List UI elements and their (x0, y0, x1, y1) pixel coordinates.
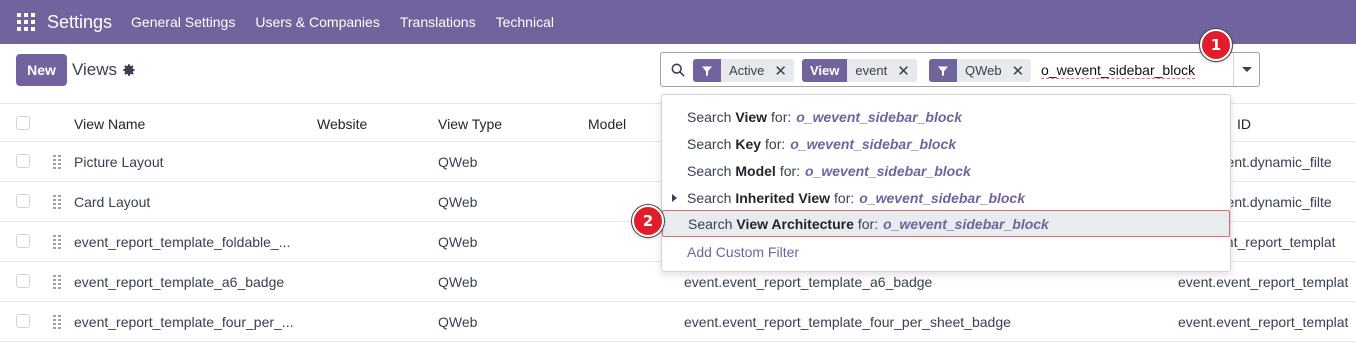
view-type: QWeb (438, 154, 478, 170)
facet-active: Active ✕ (693, 59, 794, 82)
row-checkbox[interactable] (16, 274, 30, 288)
option-field: Inherited View (735, 189, 831, 206)
row-checkbox[interactable] (16, 234, 30, 248)
search-input[interactable]: o_wevent_sidebar_block (1041, 62, 1196, 79)
search-option-key[interactable]: Search Key for: o_wevent_sidebar_block (662, 130, 1230, 157)
option-field: View (735, 108, 768, 125)
add-custom-filter-link[interactable]: Add Custom Filter (662, 238, 1230, 265)
nav-translations[interactable]: Translations (400, 14, 476, 30)
drag-handle-icon[interactable] (53, 155, 61, 169)
option-field: Key (735, 135, 762, 152)
caret-down-icon (1242, 67, 1252, 72)
option-term: o_wevent_sidebar_block (796, 108, 962, 125)
option-term: o_wevent_sidebar_block (859, 189, 1026, 206)
option-term: o_wevent_sidebar_block (883, 215, 1049, 232)
view-type: QWeb (438, 314, 478, 330)
page-title: Views (72, 60, 118, 79)
external-id: ent_report_templat (1218, 234, 1336, 250)
app-brand[interactable]: Settings (47, 12, 112, 33)
apps-menu-icon[interactable] (17, 13, 35, 31)
option-term: o_wevent_sidebar_block (805, 162, 971, 179)
close-icon[interactable]: ✕ (1008, 59, 1032, 82)
facet-value: QWeb (965, 63, 1002, 78)
search-option-model[interactable]: Search Model for: o_wevent_sidebar_block (662, 157, 1230, 184)
view-name: Picture Layout (74, 154, 164, 170)
view-type: QWeb (438, 274, 478, 290)
search-icon[interactable] (671, 63, 685, 77)
drag-handle-icon[interactable] (53, 195, 61, 209)
column-header-model[interactable]: Model (588, 116, 626, 132)
view-type: QWeb (438, 234, 478, 250)
search-options-toggle[interactable] (1233, 53, 1260, 86)
external-id: event.event_report_templat (1178, 314, 1349, 330)
facet-view: View event ✕ (802, 59, 917, 82)
nav-general-settings[interactable]: General Settings (131, 14, 235, 30)
column-header-website[interactable]: Website (317, 116, 367, 132)
search-option-view[interactable]: Search View for: o_wevent_sidebar_block (662, 103, 1230, 130)
option-term: o_wevent_sidebar_block (790, 135, 957, 152)
facet-value: event (855, 63, 888, 78)
option-prefix: Search (687, 162, 732, 179)
row-checkbox[interactable] (16, 194, 30, 208)
option-prefix: Search (687, 108, 732, 125)
option-suffix: for: (765, 135, 786, 152)
drag-handle-icon[interactable] (53, 235, 61, 249)
top-navbar: Settings General Settings Users & Compan… (0, 0, 1356, 44)
nav-users-companies[interactable]: Users & Companies (255, 14, 380, 30)
search-option-inherited-view[interactable]: Search Inherited View for: o_wevent_sidebar… (662, 184, 1230, 211)
option-suffix: for: (779, 162, 801, 179)
row-checkbox[interactable] (16, 314, 30, 328)
model: event.event_report_template_a6_badge (684, 274, 933, 290)
option-suffix: for: (771, 108, 792, 125)
search-bar[interactable]: Active ✕ View event ✕ QWeb ✕ o_wevent_si… (660, 52, 1260, 87)
option-field: Model (735, 162, 776, 179)
facet-value: Active (729, 63, 765, 78)
column-header-view-type[interactable]: View Type (438, 116, 502, 132)
search-option-view-architecture[interactable]: Search View Architecture for: o_wevent_side… (662, 210, 1230, 237)
view-name: event_report_template_foldable_... (74, 234, 291, 250)
view-name: Card Layout (74, 194, 151, 210)
gear-icon[interactable] (122, 63, 136, 77)
option-prefix: Search (688, 215, 733, 232)
option-prefix: Search (687, 189, 732, 206)
step-marker-2: 2 (632, 205, 664, 237)
close-icon[interactable]: ✕ (770, 59, 794, 82)
option-prefix: Search (687, 135, 732, 152)
external-id: event.event_report_templat (1178, 274, 1349, 290)
nav-technical[interactable]: Technical (496, 14, 554, 30)
facet-tag-label: View (802, 59, 848, 82)
filter-icon (929, 59, 957, 82)
view-name: event_report_template_four_per_... (74, 314, 294, 330)
new-button[interactable]: New (16, 54, 67, 86)
filter-icon (693, 59, 721, 82)
view-name: event_report_template_a6_badge (74, 274, 285, 290)
facet-qweb: QWeb ✕ (929, 59, 1032, 82)
view-type: QWeb (438, 194, 478, 210)
row-checkbox[interactable] (16, 154, 30, 168)
close-icon[interactable]: ✕ (893, 59, 917, 82)
option-suffix: for: (834, 189, 855, 206)
caret-right-icon[interactable] (672, 194, 677, 202)
select-all-checkbox[interactable] (16, 116, 30, 130)
model: event.event_report_template_four_per_she… (684, 314, 1011, 330)
search-autocomplete-dropdown: Search View for: o_wevent_sidebar_block Sea… (661, 94, 1231, 272)
option-suffix: for: (857, 215, 879, 232)
option-field: View Architecture (736, 215, 854, 232)
column-header-view-name[interactable]: View Name (74, 116, 145, 132)
drag-handle-icon[interactable] (53, 275, 61, 289)
column-header-id[interactable]: ID (1237, 116, 1251, 132)
step-marker-1: 1 (1200, 29, 1232, 61)
table-row[interactable]: event_report_template_four_per_... QWeb … (0, 302, 1356, 342)
drag-handle-icon[interactable] (53, 315, 61, 329)
